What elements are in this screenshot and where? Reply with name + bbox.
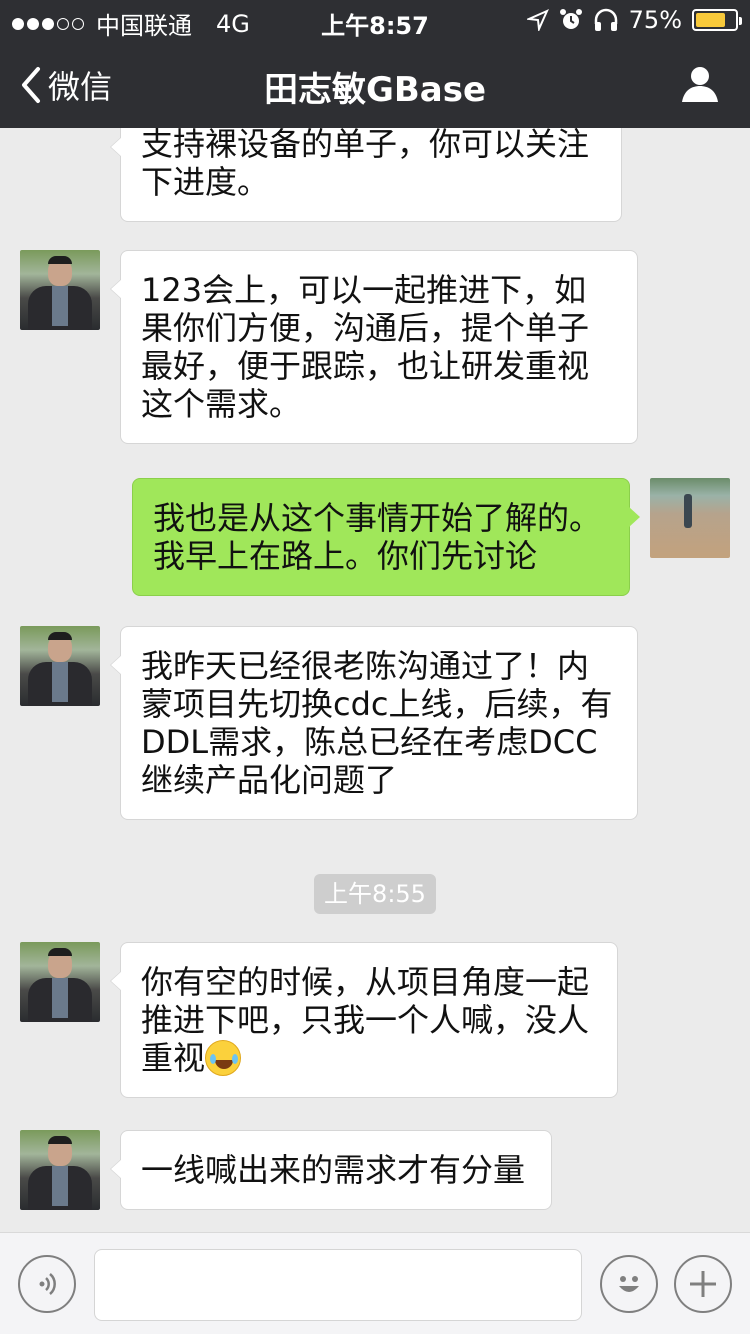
emoji-icon [619,1276,639,1292]
navigation-bar: 微信 田志敏GBase [0,40,750,128]
message-bubble[interactable]: 你有空的时候，从项目角度一起推进下吧，只我一个人喊，没人重视 [110,942,618,1098]
alarm-icon [559,9,582,29]
message-bubble-sent[interactable]: 我也是从这个事情开始了解的。我早上在路上。你们先讨论 [132,478,640,596]
battery-level [696,13,725,27]
message-text: 123会上，可以一起推进下，如果你们方便，沟通后，提个单子最好，便于跟踪，也让研… [141,271,590,423]
chat-title: 田志敏GBase [263,70,487,110]
more-button[interactable] [674,1255,732,1313]
message-text: 一线喊出来的需求才有分量 [141,1151,526,1189]
timestamp-label: 上午8:55 [314,874,436,914]
location-arrow-icon [526,9,549,31]
voice-button[interactable] [18,1255,76,1313]
chat-messages[interactable]: 支持裸设备的单子，你可以关注下进度。 123会上，可以一起推进下，如果你们方便，… [0,128,750,1232]
top-bar: 中国联通 4G 上午8:57 75% 微信 田志敏GBase [0,0,750,128]
tears-of-joy-emoji [205,1040,242,1076]
message-text: 我也是从这个事情开始了解的。我早上在路上。你们先讨论 [153,499,602,575]
wechat-chat-screen: 中国联通 4G 上午8:57 75% 微信 田志敏GBase 支持裸设备的单子，… [0,0,750,1334]
message-bubble[interactable]: 123会上，可以一起推进下，如果你们方便，沟通后，提个单子最好，便于跟踪，也让研… [110,250,638,444]
person-icon[interactable] [680,64,720,104]
headphones-icon [594,8,617,31]
message-text: 支持裸设备的单子，你可以关注下进度。 [141,128,590,201]
message-bubble[interactable]: 支持裸设备的单子，你可以关注下进度。 [110,128,622,222]
battery-percent: 75% [628,6,682,34]
input-bar [0,1232,750,1334]
message-text: 我昨天已经很老陈沟通过了！内蒙项目先切换cdc上线，后续，有DDL需求，陈总已经… [141,647,613,799]
status-right: 75% [526,6,742,34]
contact-avatar[interactable] [20,250,100,330]
my-avatar[interactable] [650,478,730,558]
battery-icon [692,9,742,31]
message-input[interactable] [94,1249,582,1321]
message-bubble[interactable]: 一线喊出来的需求才有分量 [110,1130,552,1210]
emoji-button[interactable] [600,1255,658,1313]
voice-icon [39,1273,56,1295]
contact-avatar[interactable] [20,1130,100,1210]
status-bar: 中国联通 4G 上午8:57 75% [0,0,750,40]
contact-avatar[interactable] [20,626,100,706]
contact-avatar[interactable] [20,942,100,1022]
message-bubble[interactable]: 我昨天已经很老陈沟通过了！内蒙项目先切换cdc上线，后续，有DDL需求，陈总已经… [110,626,638,820]
plus-icon [690,1271,716,1297]
